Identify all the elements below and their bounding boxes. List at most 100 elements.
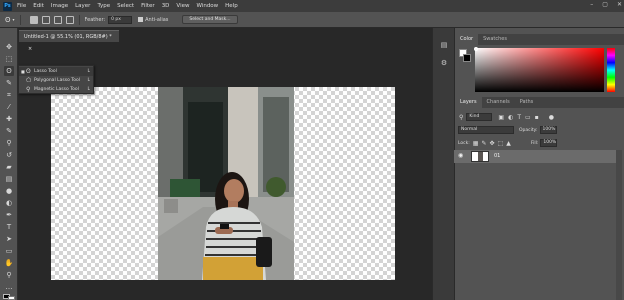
lasso-tool-icon[interactable]: ʘ [4, 66, 14, 76]
blend-opacity-row: Normal Opacity: 100% [454, 125, 622, 135]
select-and-mask-button[interactable]: Select and Mask... [182, 15, 238, 24]
menu-filter[interactable]: Filter [141, 3, 155, 9]
quick-select-tool-icon[interactable]: ✎ [4, 78, 14, 88]
history-panel-icon[interactable]: ▤ [439, 40, 449, 50]
dodge-tool-icon[interactable]: ◐ [4, 198, 14, 208]
tab-paths[interactable]: Paths [515, 97, 539, 108]
current-tool-icon[interactable]: ʘ [5, 16, 11, 24]
menu-select[interactable]: Select [117, 3, 134, 9]
minimize-icon[interactable]: – [590, 1, 593, 8]
feather-input[interactable]: 0 px [108, 15, 133, 24]
tab-layers[interactable]: Layers [455, 97, 482, 108]
layer-filter-row: ⚲ Kind ▣ ◐ T ▭ ▪ ● [454, 112, 622, 122]
lasso-tools-flyout: ■ ʘ Lasso Tool L ⬠ Polygonal Lasso Tool … [18, 65, 94, 94]
stamp-tool-icon[interactable]: ⚲ [4, 138, 14, 148]
properties-panel-icon[interactable]: ⚙ [439, 58, 449, 68]
menu-edit[interactable]: Edit [33, 3, 44, 9]
menu-help[interactable]: Help [225, 3, 238, 9]
filter-smart-object-icon[interactable]: ▪ [535, 114, 539, 121]
flyout-item-label: Polygonal Lasso Tool [34, 78, 80, 83]
antialias-checkbox[interactable] [138, 17, 144, 22]
tool-preset-chevron-icon[interactable]: ▾ [13, 17, 15, 22]
pen-tool-icon[interactable]: ✒ [4, 210, 14, 220]
filter-pixel-icon[interactable]: ▣ [498, 114, 504, 121]
flyout-item-shortcut: L [87, 69, 90, 74]
fill-input[interactable]: 100% [540, 139, 558, 147]
polygonal-lasso-icon: ⬠ [26, 77, 32, 84]
subtract-selection-icon[interactable] [53, 15, 62, 24]
lock-all-icon[interactable]: ▲ [506, 140, 511, 147]
menu-layer[interactable]: Layer [75, 3, 90, 9]
photoshop-logo: Ps [3, 1, 12, 11]
menu-file[interactable]: File [17, 3, 26, 9]
menu-view[interactable]: View [176, 3, 189, 9]
visibility-eye-icon[interactable]: ◉ [458, 152, 463, 159]
history-brush-tool-icon[interactable]: ↺ [4, 150, 14, 160]
add-to-selection-icon[interactable] [41, 15, 50, 24]
menu-image[interactable]: Image [51, 3, 68, 9]
more-tools-icon[interactable]: … [4, 282, 14, 292]
opacity-label: Opacity: [519, 127, 538, 133]
kind-filter-select[interactable]: Kind [466, 113, 493, 121]
flyout-item-magnetic-lasso[interactable]: ⚲ Magnetic Lasso Tool L [19, 85, 93, 94]
maximize-icon[interactable]: ▢ [602, 1, 608, 8]
marquee-tool-icon[interactable]: ⬚ [4, 54, 14, 64]
tab-color[interactable]: Color [455, 34, 479, 45]
document-tab[interactable]: Untitled-1 @ 55.1% (01, RGB/8#) * × [19, 30, 119, 52]
filter-type-icon[interactable]: T [517, 114, 521, 121]
color-picker-cursor [474, 47, 478, 51]
separator [78, 14, 80, 25]
menu-window[interactable]: Window [196, 3, 218, 9]
hue-slider[interactable] [607, 48, 615, 92]
filter-shape-icon[interactable]: ▭ [525, 114, 531, 121]
path-select-tool-icon[interactable]: ➤ [4, 234, 14, 244]
lock-artboard-icon[interactable]: ⬚ [498, 140, 504, 147]
window-controls: – ▢ ✕ [590, 1, 622, 8]
intersect-selection-icon[interactable] [65, 15, 74, 24]
lock-pixels-icon[interactable]: ▦ [473, 140, 479, 147]
close-document-icon[interactable]: × [28, 46, 32, 52]
eraser-tool-icon[interactable]: ▰ [4, 162, 14, 172]
street-photo-illustration [158, 87, 294, 280]
layer-name[interactable]: 01 [494, 153, 500, 159]
feather-label: Feather: [84, 16, 106, 23]
move-tool-icon[interactable]: ✥ [4, 42, 14, 52]
color-picker-field[interactable] [475, 48, 604, 92]
tab-channels[interactable]: Channels [482, 97, 515, 108]
crop-tool-icon[interactable]: ⌗ [4, 90, 14, 100]
antialias-label: Anti-alias [145, 16, 169, 23]
layers-scrollbar[interactable] [616, 150, 622, 300]
menu-3d[interactable]: 3D [162, 3, 170, 9]
tab-swatches[interactable]: Swatches [478, 34, 512, 45]
healing-tool-icon[interactable]: ✚ [4, 114, 14, 124]
filter-adjustment-icon[interactable]: ◐ [508, 114, 513, 121]
flyout-item-shortcut: L [87, 87, 90, 92]
opacity-input[interactable]: 100% [539, 126, 557, 134]
lock-brush-icon[interactable]: ✎ [481, 140, 486, 147]
lock-position-icon[interactable]: ✥ [489, 140, 494, 147]
layer-thumbnail [471, 151, 489, 162]
hand-tool-icon[interactable]: ✋ [4, 258, 14, 268]
filter-toggle-icon[interactable]: ● [549, 114, 554, 121]
blend-mode-select[interactable]: Normal [458, 126, 514, 134]
menu-type[interactable]: Type [97, 3, 110, 9]
flyout-item-lasso[interactable]: ■ ʘ Lasso Tool L [19, 67, 93, 76]
blur-tool-icon[interactable]: ● [4, 186, 14, 196]
new-selection-icon[interactable] [29, 15, 38, 24]
options-bar: ʘ ▾ Feather: 0 px Anti-alias Select and … [0, 12, 624, 28]
fg-bg-color-chips[interactable] [459, 49, 471, 63]
shape-tool-icon[interactable]: ▭ [4, 246, 14, 256]
flyout-item-polygonal-lasso[interactable]: ⬠ Polygonal Lasso Tool L [19, 76, 93, 85]
close-icon[interactable]: ✕ [617, 1, 622, 8]
background-chip[interactable] [463, 54, 471, 62]
brush-tool-icon[interactable]: ✎ [4, 126, 14, 136]
magnetic-lasso-icon: ⚲ [26, 86, 31, 93]
menu-bar: Ps File Edit Image Layer Type Select Fil… [0, 0, 624, 12]
zoom-tool-icon[interactable]: ⚲ [4, 270, 14, 280]
document-title: Untitled-1 @ 55.1% (01, RGB/8#) * [24, 34, 112, 40]
eyedropper-tool-icon[interactable]: ⁄ [4, 102, 14, 112]
type-tool-icon[interactable]: T [4, 222, 14, 232]
active-bullet-icon: ■ [21, 69, 25, 74]
gradient-tool-icon[interactable]: ▤ [4, 174, 14, 184]
background-color-swatch[interactable] [8, 296, 15, 300]
